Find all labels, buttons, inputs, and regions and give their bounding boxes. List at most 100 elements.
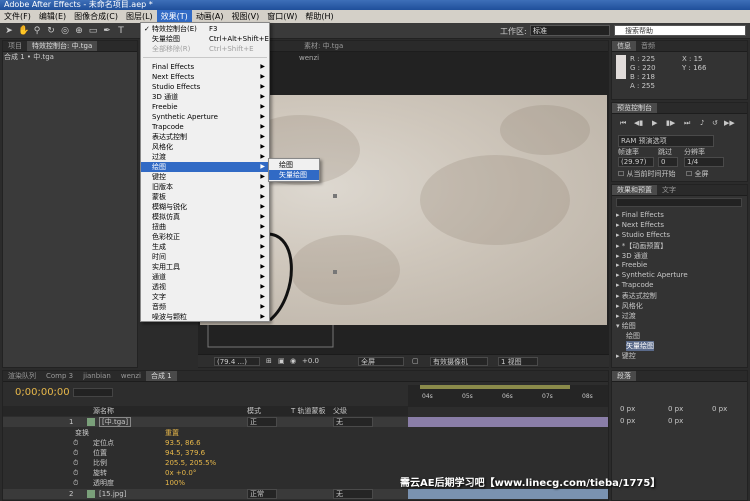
fullscreen-checkbox[interactable]: ☐ 全屏	[686, 169, 709, 179]
stopwatch-icon[interactable]: ⏱	[73, 448, 78, 458]
effect-menu-item[interactable]: 通道 ▶	[141, 272, 269, 282]
layer-2-duration-bar[interactable]	[408, 489, 608, 499]
tab-effect-controls[interactable]: 特效控制台: 中.tga	[27, 41, 98, 51]
effect-menu-item[interactable]: Trapcode ▶	[141, 122, 269, 132]
effect-menu-item[interactable]: 生成 ▶	[141, 242, 269, 252]
play-icon[interactable]: ▶	[652, 119, 657, 127]
ram-preview-options-select[interactable]: RAM 预演选项	[618, 135, 714, 147]
layer-2-parent[interactable]: 无	[333, 489, 373, 499]
layer-2-name[interactable]: [15.jpg]	[99, 489, 126, 499]
effect-menu-item[interactable]: 矢量绘图 Ctrl+Alt+Shift+E	[141, 34, 269, 44]
layer-row-1[interactable]: 1 [中.tga] 正 无	[3, 417, 408, 427]
layer-1-duration-bar[interactable]	[408, 417, 608, 427]
selection-tool-icon[interactable]: ➤	[4, 26, 14, 36]
effect-menu-item[interactable]: 蒙板 ▶	[141, 192, 269, 202]
tab-paragraph[interactable]: 段落	[612, 371, 636, 381]
effect-menu-item[interactable]: Synthetic Aperture ▶	[141, 112, 269, 122]
layer-row-2[interactable]: 2 [15.jpg] 正常 无	[3, 489, 408, 499]
menu-file[interactable]: 文件(F)	[0, 10, 35, 23]
tab-preview[interactable]: 预览控制台	[612, 103, 657, 113]
effects-tree-item[interactable]: ▸ Trapcode	[616, 281, 654, 289]
from-current-checkbox[interactable]: ☐ 从当前时间开始	[618, 169, 676, 179]
prop-position-value[interactable]: 94.5, 379.6	[165, 448, 205, 458]
effects-tree-item[interactable]: 绘图	[626, 331, 640, 341]
stopwatch-icon[interactable]: ⏱	[73, 438, 78, 448]
tab-comp-1[interactable]: 合成 1	[145, 371, 177, 381]
time-ruler[interactable]: 04s 05s 06s 07s 08s	[408, 385, 608, 407]
text-tool-icon[interactable]: T	[116, 26, 126, 36]
prop-anchor-value[interactable]: 93.5, 86.6	[165, 438, 201, 448]
prop-scale-value[interactable]: 205.5, 205.5%	[165, 458, 216, 468]
effects-tree-item[interactable]: ▸ Studio Effects	[616, 231, 670, 239]
effect-menu-item[interactable]: 扭曲 ▶	[141, 222, 269, 232]
tab-effects-presets[interactable]: 效果和预置	[612, 185, 657, 195]
views-select[interactable]: 1 视图	[498, 357, 538, 366]
effect-menu-item[interactable]: 时间 ▶	[141, 252, 269, 262]
effect-menu-item[interactable]: 音频 ▶	[141, 302, 269, 312]
stopwatch-icon[interactable]: ⏱	[73, 458, 78, 468]
effect-menu-item[interactable]: 模糊与锐化 ▶	[141, 202, 269, 212]
effects-tree-item[interactable]: ▸ Synthetic Aperture	[616, 271, 688, 279]
effects-tree-item[interactable]: ▸ 表达式控制	[616, 291, 657, 301]
work-area-bar[interactable]	[420, 385, 570, 389]
effect-menu-item[interactable]: 模拟仿真 ▶	[141, 212, 269, 222]
region-of-interest-icon[interactable]: ▢	[412, 357, 419, 366]
submenu-vector-paint[interactable]: 矢量绘图	[269, 170, 319, 180]
effect-menu-item[interactable]: 文字 ▶	[141, 292, 269, 302]
prev-frame-icon[interactable]: ◀▮	[634, 119, 643, 127]
indent-first-field[interactable]: 0 px	[668, 405, 683, 413]
tab-wenzi[interactable]: wenzi	[116, 371, 146, 381]
effect-menu-item[interactable]: Studio Effects ▶	[141, 82, 269, 92]
effects-tree-item[interactable]: ▸ Next Effects	[616, 221, 664, 229]
menu-help[interactable]: 帮助(H)	[301, 10, 337, 23]
layer-1-name[interactable]: [中.tga]	[99, 417, 132, 427]
resolution-select[interactable]: 全屏	[358, 357, 404, 366]
pen-tool-icon[interactable]: ✒	[102, 26, 112, 36]
zoom-select[interactable]: (79.4 ...)	[214, 357, 260, 366]
effects-search-input[interactable]	[616, 198, 742, 207]
search-help-input[interactable]: 搜索帮助	[614, 25, 746, 36]
grid-icon[interactable]: ⊞	[266, 357, 272, 366]
tab-comp-3[interactable]: Comp 3	[41, 371, 78, 381]
effect-menu-item[interactable]: 噪波与颗粒 ▶	[141, 312, 269, 322]
safe-area-icon[interactable]: ▣	[278, 357, 285, 366]
mask-tool-icon[interactable]: ▭	[88, 26, 98, 36]
effects-tree-item[interactable]: ▸ 过渡	[616, 311, 636, 321]
camera-select[interactable]: 有效摄像机	[430, 357, 488, 366]
effects-tree-item[interactable]: ▸ *【动画预置】	[616, 241, 667, 251]
space-before-field[interactable]: 0 px	[620, 417, 635, 425]
effect-menu-item[interactable]: Next Effects ▶	[141, 72, 269, 82]
effect-menu-item[interactable]: ✓ 特效控制台(E) F3	[141, 24, 269, 34]
snapshot-icon[interactable]: ◉	[290, 357, 296, 366]
effect-menu-item[interactable]: 过渡 ▶	[141, 152, 269, 162]
stopwatch-icon[interactable]: ⏱	[73, 478, 78, 488]
effect-menu-item[interactable]: Final Effects ▶	[141, 62, 269, 72]
workspace-select[interactable]: 标准	[530, 25, 610, 36]
effect-menu-item[interactable]: 透视 ▶	[141, 282, 269, 292]
layer-search-input[interactable]	[73, 388, 113, 397]
ram-preview-icon[interactable]: ▶▶	[724, 119, 735, 127]
hand-tool-icon[interactable]: ✋	[18, 26, 29, 36]
effects-tree-item[interactable]: ▸ 风格化	[616, 301, 643, 311]
pan-behind-tool-icon[interactable]: ⊕	[74, 26, 84, 36]
tab-footage[interactable]: 素材: 中.tga	[299, 41, 348, 51]
menu-edit[interactable]: 编辑(E)	[35, 10, 70, 23]
effects-tree-item[interactable]: ▾ 绘图	[616, 321, 636, 331]
layer-2-mode[interactable]: 正常	[247, 489, 277, 499]
audio-icon[interactable]: ♪	[700, 119, 704, 127]
tab-audio[interactable]: 音频	[636, 41, 660, 51]
effects-tree-item[interactable]: 矢量绘图	[626, 341, 654, 351]
prop-opacity-value[interactable]: 100%	[165, 478, 185, 488]
frame-rate-select[interactable]: (29.97)	[618, 157, 654, 167]
tab-project[interactable]: 项目	[3, 41, 27, 51]
menu-composition[interactable]: 图像合成(C)	[70, 10, 122, 23]
submenu-paint[interactable]: 绘图	[269, 160, 319, 170]
effect-menu-item[interactable]: 3D 通道 ▶	[141, 92, 269, 102]
first-frame-icon[interactable]: ⏮	[620, 119, 626, 128]
effect-menu-item[interactable]: 键控 ▶	[141, 172, 269, 182]
effect-menu-item[interactable]: 色彩校正 ▶	[141, 232, 269, 242]
effects-tree-item[interactable]: ▸ 3D 通道	[616, 251, 648, 261]
prop-rotation-value[interactable]: 0x +0.0°	[165, 468, 196, 478]
tab-render-queue[interactable]: 渲染队列	[3, 371, 41, 381]
indent-left-field[interactable]: 0 px	[620, 405, 635, 413]
